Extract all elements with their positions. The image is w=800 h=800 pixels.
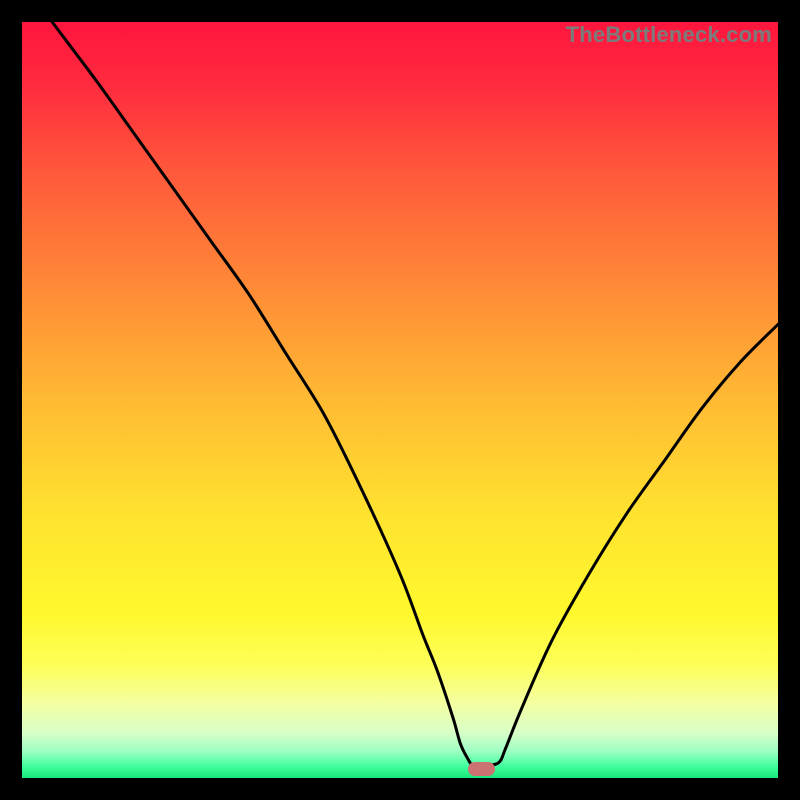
plot-area: TheBottleneck.com bbox=[22, 22, 778, 778]
watermark-text: TheBottleneck.com bbox=[566, 22, 772, 48]
optimal-notch-marker bbox=[468, 762, 495, 776]
bottleneck-curve bbox=[22, 22, 778, 778]
chart-frame: TheBottleneck.com bbox=[0, 0, 800, 800]
